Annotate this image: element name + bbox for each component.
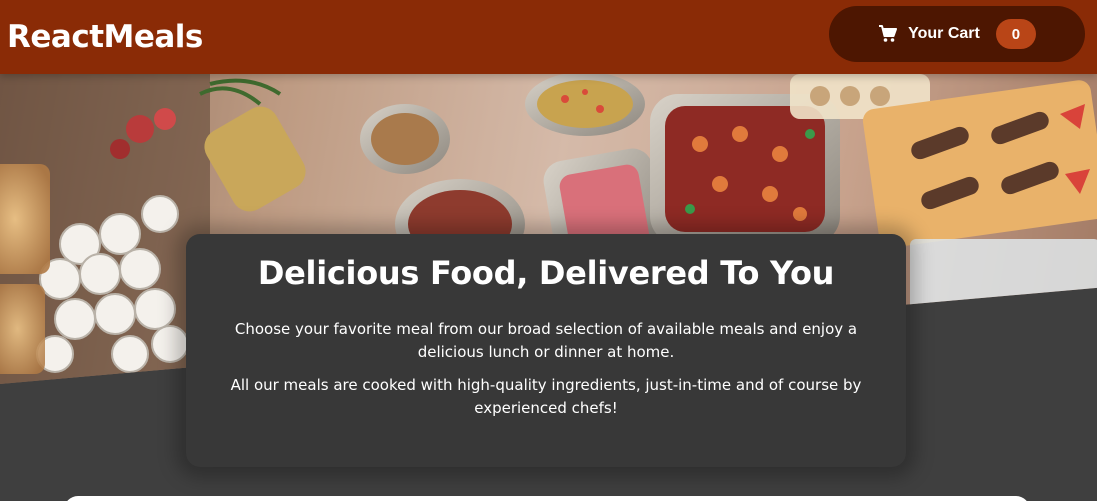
brand-title: ReactMeals	[7, 19, 203, 55]
meals-summary-card: Delicious Food, Delivered To You Choose …	[186, 234, 906, 467]
cart-button[interactable]: Your Cart 0	[829, 6, 1085, 62]
cart-count-badge: 0	[995, 19, 1036, 49]
cart-icon	[878, 24, 898, 44]
cart-label: Your Cart	[908, 25, 980, 42]
app-header: ReactMeals Your Cart 0	[0, 0, 1097, 74]
summary-paragraph-1: Choose your favorite meal from our broad…	[234, 320, 858, 361]
summary-paragraph-2: All our meals are cooked with high-quali…	[230, 376, 862, 417]
meals-list-card	[64, 496, 1030, 501]
summary-title: Delicious Food, Delivered To You	[257, 254, 835, 292]
